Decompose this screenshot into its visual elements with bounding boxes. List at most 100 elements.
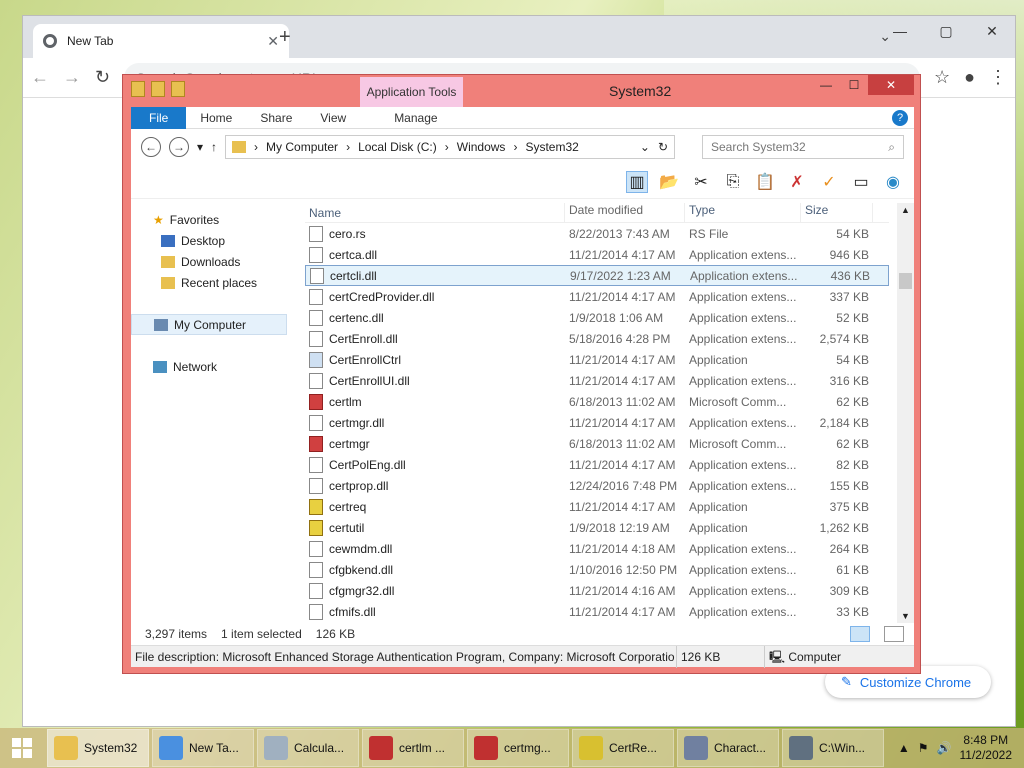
cut-icon[interactable]: ✂ bbox=[690, 171, 712, 193]
table-row[interactable]: cfmifs.dll 11/21/2014 4:17 AM Application … bbox=[305, 601, 889, 622]
table-row[interactable]: cfgbkend.dll 1/10/2016 12:50 PM Applicatio… bbox=[305, 559, 889, 580]
table-row[interactable]: certprop.dll 12/24/2016 7:48 PM Applicatio… bbox=[305, 475, 889, 496]
tab-file[interactable]: File bbox=[131, 106, 187, 129]
table-row[interactable]: certlm 6/18/2013 11:02 AM Microsoft Comm..… bbox=[305, 391, 889, 412]
close-tab-icon[interactable]: ✕ bbox=[267, 33, 279, 50]
explorer-titlebar[interactable]: Application Tools System32 — ☐ ✕ bbox=[123, 75, 920, 107]
menu-icon[interactable]: ⋮ bbox=[989, 67, 1007, 88]
search-input[interactable]: Search System32 ⌕ bbox=[702, 135, 904, 159]
tab-view[interactable]: View bbox=[306, 111, 360, 125]
breadcrumb-item[interactable]: System32 bbox=[525, 140, 578, 154]
table-row[interactable]: cewmdm.dll 11/21/2014 4:18 AM Application … bbox=[305, 538, 889, 559]
scroll-up-icon[interactable]: ▲ bbox=[901, 205, 910, 215]
taskbar-item[interactable]: Calcula... bbox=[257, 729, 359, 767]
bookmark-star-icon[interactable]: ☆ bbox=[934, 67, 950, 88]
globe-icon[interactable]: ◉ bbox=[882, 171, 904, 193]
back-icon[interactable]: ← bbox=[141, 137, 161, 157]
taskbar-item[interactable]: New Ta... bbox=[152, 729, 254, 767]
table-row[interactable]: CertEnroll.dll 5/18/2016 4:28 PM Applicati… bbox=[305, 328, 889, 349]
sidebar-item-recent[interactable]: Recent places bbox=[131, 272, 291, 293]
volume-icon[interactable]: 🔊 bbox=[937, 741, 952, 755]
show-hidden-icons-icon[interactable]: ▲ bbox=[898, 741, 910, 755]
back-icon[interactable]: ← bbox=[31, 67, 49, 88]
column-size[interactable]: Size bbox=[801, 203, 873, 222]
chevron-right-icon[interactable]: › bbox=[445, 140, 449, 154]
sidebar-item-downloads[interactable]: Downloads bbox=[131, 251, 291, 272]
table-row[interactable]: certCredProvider.dll 11/21/2014 4:17 AM Ap… bbox=[305, 286, 889, 307]
breadcrumb-item[interactable]: Local Disk (C:) bbox=[358, 140, 437, 154]
breadcrumb-item[interactable]: My Computer bbox=[266, 140, 338, 154]
column-type[interactable]: Type bbox=[685, 203, 801, 222]
table-row[interactable]: CertEnrollUI.dll 11/21/2014 4:17 AM Applic… bbox=[305, 370, 889, 391]
profile-icon[interactable]: ● bbox=[964, 67, 975, 88]
new-tab-button[interactable]: + bbox=[279, 26, 291, 49]
table-row[interactable]: certmgr.dll 11/21/2014 4:17 AM Application… bbox=[305, 412, 889, 433]
tab-manage[interactable]: Manage bbox=[380, 111, 451, 125]
scroll-down-icon[interactable]: ▼ bbox=[901, 611, 910, 621]
preview-pane-icon[interactable]: ▥ bbox=[626, 170, 648, 193]
chevron-right-icon[interactable]: › bbox=[513, 140, 517, 154]
details-view-icon[interactable] bbox=[850, 626, 870, 642]
cell-date: 1/10/2016 12:50 PM bbox=[569, 562, 678, 577]
table-row[interactable]: certreq 11/21/2014 4:17 AM Application 375 … bbox=[305, 496, 889, 517]
forward-icon[interactable]: → bbox=[169, 137, 189, 157]
sidebar-item-desktop[interactable]: Desktop bbox=[131, 230, 291, 251]
vertical-scrollbar[interactable]: ▲ ▼ bbox=[897, 203, 914, 623]
new-folder-icon[interactable] bbox=[171, 81, 185, 97]
large-icons-view-icon[interactable] bbox=[884, 626, 904, 642]
taskbar-item[interactable]: System32 bbox=[47, 729, 149, 767]
chevron-right-icon[interactable]: › bbox=[346, 140, 350, 154]
minimize-button[interactable]: — bbox=[812, 75, 840, 95]
folder-options-icon[interactable]: 📂 bbox=[658, 171, 680, 193]
table-row[interactable]: certcli.dll 9/17/2022 1:23 AM Application … bbox=[305, 265, 889, 286]
properties-icon[interactable] bbox=[151, 81, 165, 97]
tab-home[interactable]: Home bbox=[186, 111, 246, 125]
minimize-button[interactable]: — bbox=[877, 16, 923, 46]
table-row[interactable]: certmgr 6/18/2013 11:02 AM Microsoft Comm.… bbox=[305, 433, 889, 454]
taskbar-item[interactable]: certmg... bbox=[467, 729, 569, 767]
close-button[interactable]: ✕ bbox=[868, 75, 914, 95]
column-date[interactable]: Date modified bbox=[565, 203, 685, 222]
cell-date: 11/21/2014 4:18 AM bbox=[569, 541, 676, 556]
chevron-right-icon[interactable]: › bbox=[254, 140, 258, 154]
table-row[interactable]: certutil 1/9/2018 12:19 AM Application 1,26… bbox=[305, 517, 889, 538]
taskbar-item[interactable]: Charact... bbox=[677, 729, 779, 767]
up-icon[interactable]: ↑ bbox=[211, 140, 217, 154]
sidebar-item-favorites[interactable]: ★ Favorites bbox=[131, 209, 291, 230]
breadcrumb-item[interactable]: Windows bbox=[457, 140, 506, 154]
column-name[interactable]: Name bbox=[305, 203, 565, 222]
taskbar-item[interactable]: CertRe... bbox=[572, 729, 674, 767]
taskbar-item[interactable]: certlm ... bbox=[362, 729, 464, 767]
forward-icon[interactable]: → bbox=[63, 67, 81, 88]
table-row[interactable]: CertEnrollCtrl 11/21/2014 4:17 AM Applicat… bbox=[305, 349, 889, 370]
close-button[interactable]: ✕ bbox=[969, 16, 1015, 46]
breadcrumb[interactable]: › My Computer › Local Disk (C:) › Window… bbox=[225, 135, 676, 159]
maximize-button[interactable]: ☐ bbox=[840, 75, 868, 95]
table-row[interactable]: cfgmgr32.dll 11/21/2014 4:16 AM Applicatio… bbox=[305, 580, 889, 601]
scrollbar-thumb[interactable] bbox=[899, 273, 912, 289]
clock[interactable]: 8:48 PM 11/2/2022 bbox=[960, 733, 1013, 763]
delete-icon[interactable]: ✗ bbox=[786, 171, 808, 193]
start-button[interactable] bbox=[0, 728, 44, 768]
sidebar-item-network[interactable]: Network bbox=[131, 356, 291, 377]
table-row[interactable]: certenc.dll 1/9/2018 1:06 AM Application e… bbox=[305, 307, 889, 328]
check-icon[interactable]: ✓ bbox=[818, 171, 840, 193]
tab-share[interactable]: Share bbox=[246, 111, 306, 125]
cell-size: 436 KB bbox=[830, 268, 870, 283]
flag-icon[interactable]: ⚑ bbox=[918, 741, 929, 755]
copy-icon[interactable]: ⎘ bbox=[722, 171, 744, 193]
help-icon[interactable]: ? bbox=[892, 109, 908, 126]
chrome-tab[interactable]: New Tab ✕ bbox=[33, 24, 289, 58]
sidebar-item-computer[interactable]: My Computer bbox=[131, 314, 287, 335]
maximize-button[interactable]: ▢ bbox=[923, 16, 969, 46]
chevron-down-icon[interactable]: ⌄ bbox=[640, 140, 650, 154]
taskbar-item[interactable]: C:\Win... bbox=[782, 729, 884, 767]
reload-icon[interactable]: ↻ bbox=[95, 67, 110, 88]
table-row[interactable]: CertPolEng.dll 11/21/2014 4:17 AM Applicat… bbox=[305, 454, 889, 475]
table-row[interactable]: certca.dll 11/21/2014 4:17 AM Application … bbox=[305, 244, 889, 265]
rename-icon[interactable]: ▭ bbox=[850, 171, 872, 193]
refresh-icon[interactable]: ↻ bbox=[658, 140, 668, 154]
paste-icon[interactable]: 📋 bbox=[754, 171, 776, 193]
recent-locations-icon[interactable]: ▾ bbox=[197, 140, 203, 154]
table-row[interactable]: cero.rs 8/22/2013 7:43 AM RS File 54 KB bbox=[305, 223, 889, 244]
